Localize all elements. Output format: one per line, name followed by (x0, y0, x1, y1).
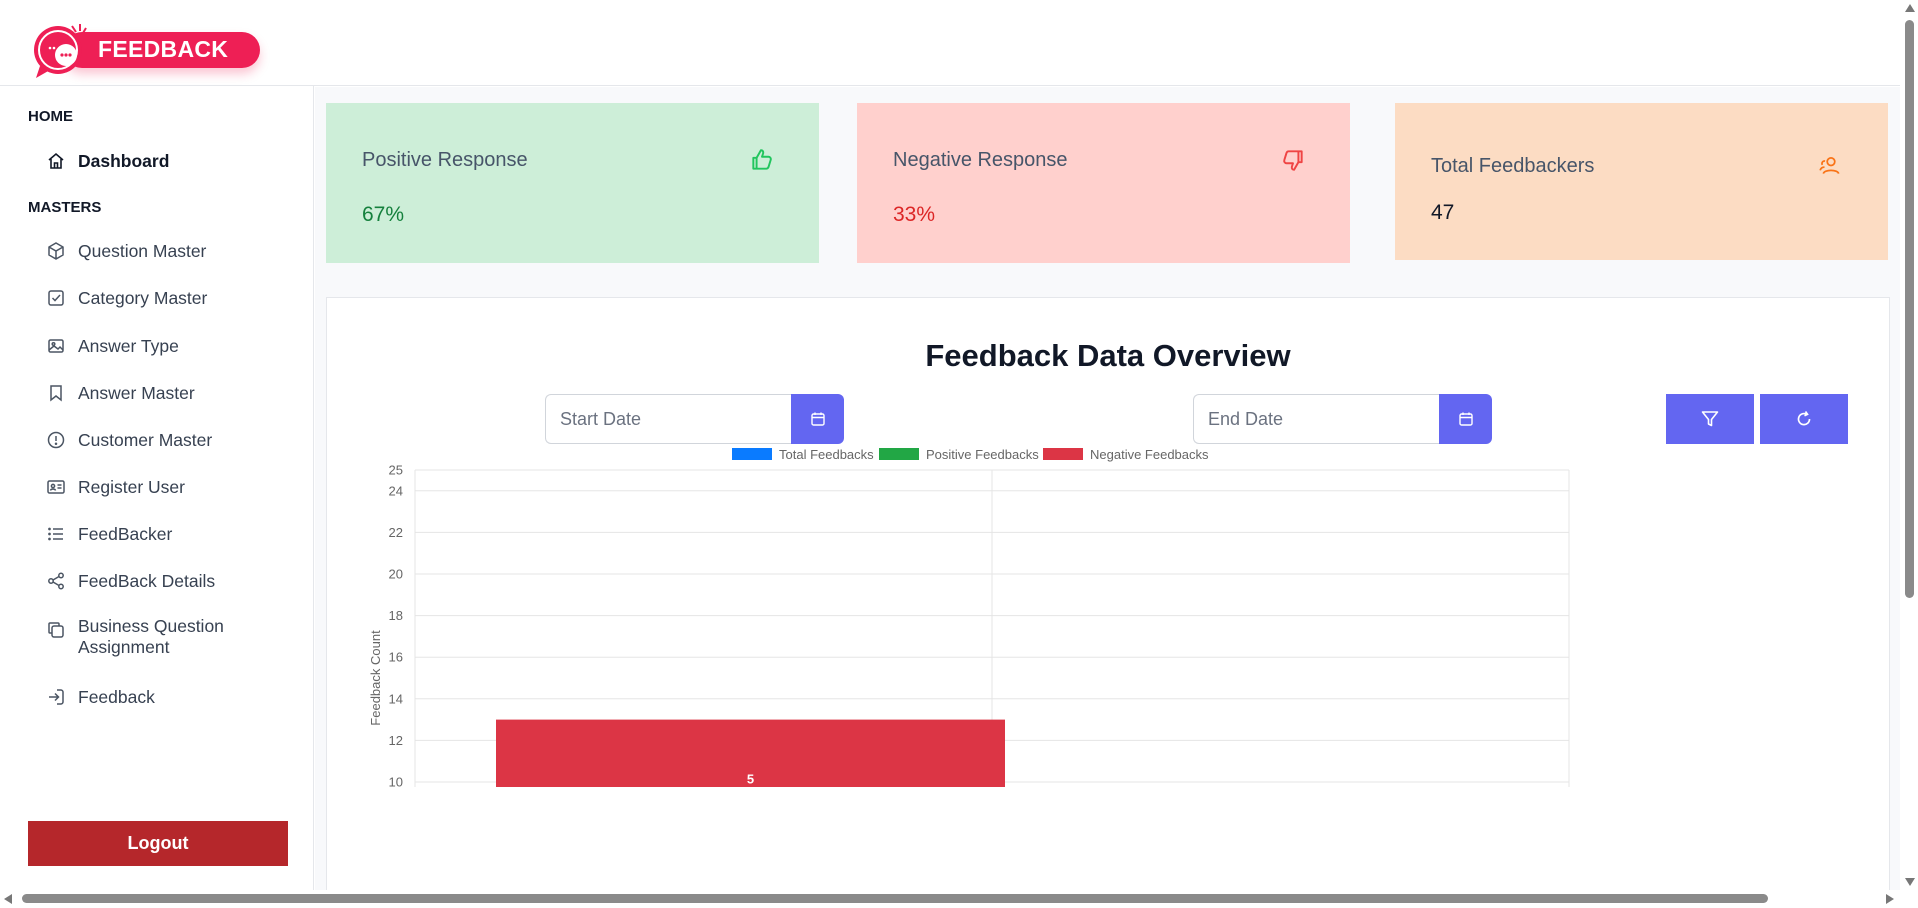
vertical-scroll-thumb[interactable] (1905, 20, 1914, 598)
legend-label: Negative Feedbacks (1090, 447, 1209, 462)
bar-data-label: 5 (747, 772, 754, 787)
total-feedbackers-card: Total Feedbackers 47 (1395, 103, 1888, 260)
image-icon (48, 339, 64, 353)
y-tick-label: 14 (389, 691, 403, 706)
chat-bubble-icon (34, 24, 87, 78)
top-bar: FEEDBACK (0, 0, 1900, 86)
sidebar-item-feedback-details[interactable]: FeedBack Details (46, 564, 296, 598)
y-tick-label: 18 (389, 608, 403, 623)
sidebar-item-answer-master[interactable]: Answer Master (46, 376, 296, 410)
feedback-overview-panel: Feedback Data Overview Start Date End Da… (326, 297, 1890, 907)
panel-title: Feedback Data Overview (925, 338, 1291, 373)
sidebar-item-feedbacker[interactable]: FeedBacker (46, 517, 296, 551)
legend-label: Total Feedbacks (779, 447, 874, 462)
sidebar-item-label: Register User (78, 476, 185, 497)
sidebar-item-answer-type[interactable]: Answer Type (46, 329, 296, 363)
card-label: Total Feedbackers (1431, 155, 1595, 177)
scroll-down-arrow-icon[interactable] (1905, 878, 1915, 886)
feedback-logo[interactable]: FEEDBACK (30, 2, 260, 78)
card-value: 67% (362, 203, 405, 226)
sidebar-item-label: Business Question Assignment (78, 616, 224, 657)
sidebar-item-question-master[interactable]: Question Master (46, 234, 296, 268)
logout-button[interactable]: Logout (28, 821, 288, 866)
end-date-picker-button[interactable] (1439, 394, 1492, 444)
sidebar-item-label: FeedBack Details (78, 570, 216, 591)
thumbs-up-icon (752, 149, 772, 170)
scroll-left-arrow-icon[interactable] (4, 894, 12, 904)
y-tick-label: 25 (389, 463, 403, 478)
legend-swatch (732, 448, 772, 460)
sidebar-item-label: Customer Master (78, 429, 213, 450)
legend-swatch (879, 448, 919, 460)
y-tick-label: 24 (389, 483, 403, 498)
negative-response-card: Negative Response 33% (857, 103, 1350, 263)
card-label: Negative Response (893, 149, 1068, 171)
calendar-icon (1458, 412, 1473, 426)
sidebar-item-label: Question Master (78, 240, 207, 261)
section-title-home: HOME (28, 108, 73, 125)
sidebar-item-label: Feedback (78, 686, 155, 707)
card-label: Positive Response (362, 149, 528, 171)
start-date-picker-button[interactable] (791, 394, 844, 444)
filter-icon (1701, 411, 1719, 427)
end-date-input[interactable] (1193, 394, 1439, 444)
copy-icon (48, 622, 64, 638)
sidebar-item-business-question-assignment[interactable]: Business Question Assignment (46, 616, 296, 662)
card-value: 33% (893, 203, 936, 226)
section-title-masters: MASTERS (28, 199, 102, 216)
sidebar-item-label: Answer Master (78, 382, 195, 403)
sidebar-item-label: FeedBacker (78, 523, 173, 544)
sidebar-item-label: Category Master (78, 287, 208, 308)
id-card-icon (47, 480, 65, 494)
alert-circle-icon (47, 431, 65, 449)
start-date-input[interactable] (545, 394, 791, 444)
legend-swatch (1043, 448, 1083, 460)
list-icon (48, 527, 63, 541)
sidebar: HOME Dashboard MASTERS Question Master C… (0, 86, 314, 907)
refresh-icon (1797, 411, 1811, 426)
login-icon (49, 689, 64, 705)
legend-label: Positive Feedbacks (926, 447, 1039, 462)
scroll-up-arrow-icon[interactable] (1905, 4, 1915, 12)
logo-text: FEEDBACK (98, 36, 229, 62)
horizontal-scroll-thumb[interactable] (22, 894, 1768, 903)
positive-response-card: Positive Response 67% (326, 103, 819, 263)
bookmark-icon (50, 385, 62, 402)
y-tick-label: 12 (389, 733, 403, 748)
y-tick-label: 22 (389, 525, 403, 540)
main-content: Positive Response 67% Negative Response … (315, 87, 1900, 907)
users-icon (1819, 157, 1840, 174)
y-tick-label: 20 (389, 567, 403, 582)
vertical-scrollbar[interactable] (1900, 0, 1918, 890)
horizontal-scrollbar[interactable] (0, 890, 1918, 907)
sidebar-item-customer-master[interactable]: Customer Master (46, 423, 296, 457)
card-value: 47 (1431, 201, 1455, 224)
sidebar-item-feedback[interactable]: Feedback (46, 680, 296, 714)
sidebar-item-register-user[interactable]: Register User (46, 470, 296, 504)
y-axis-label: Feedback Count (368, 630, 383, 726)
sidebar-item-dashboard[interactable]: Dashboard (46, 144, 296, 178)
sidebar-item-label: Dashboard (78, 150, 170, 171)
refresh-button[interactable] (1760, 394, 1848, 444)
calendar-icon (810, 412, 825, 426)
checkbox-icon (48, 290, 64, 306)
sidebar-item-label: Answer Type (78, 335, 179, 356)
thumbs-down-icon (1283, 150, 1303, 171)
feedback-chart: Total Feedbacks Positive Feedbacks Negativ… (368, 447, 1570, 790)
home-icon (48, 152, 64, 169)
share-icon (48, 572, 64, 590)
y-tick-label: 16 (389, 650, 403, 665)
filter-button[interactable] (1666, 394, 1754, 444)
start-date-group (545, 394, 844, 444)
end-date-group (1193, 394, 1492, 444)
cube-icon (48, 242, 64, 260)
sidebar-item-category-master[interactable]: Category Master (46, 281, 296, 315)
y-tick-label: 10 (389, 775, 403, 790)
scroll-right-arrow-icon[interactable] (1886, 894, 1894, 904)
